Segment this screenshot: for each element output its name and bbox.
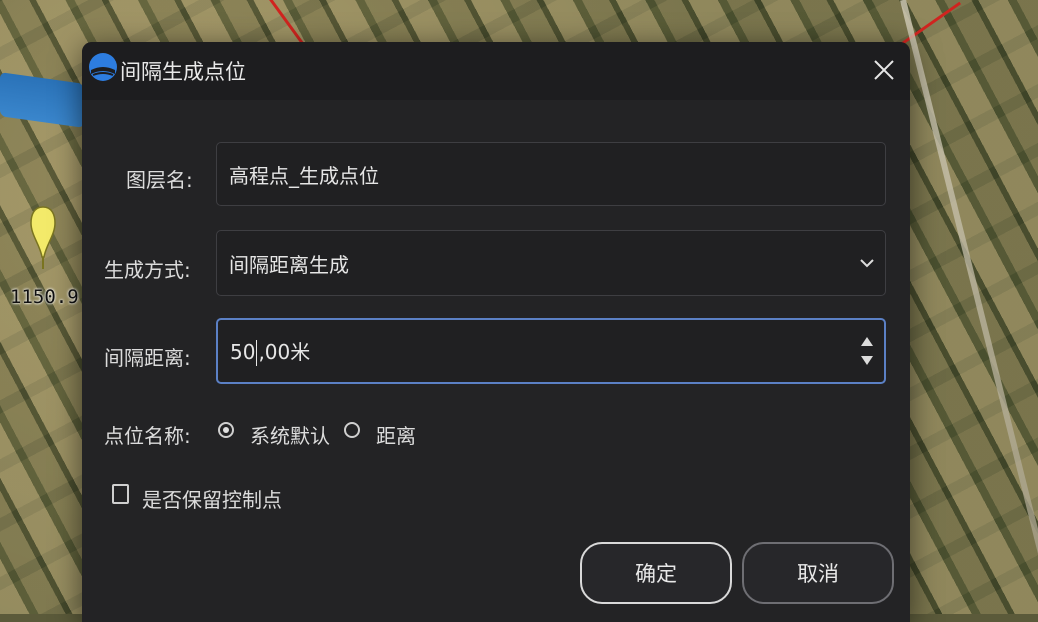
cancel-button[interactable]: 取消 <box>742 542 894 604</box>
ok-button[interactable]: 确定 <box>580 542 732 604</box>
layer-name-value: 高程点_生成点位 <box>229 163 379 188</box>
keep-control-points-label[interactable]: 是否保留控制点 <box>142 484 282 513</box>
generate-mode-value: 间隔距离生成 <box>229 252 349 277</box>
point-name-label: 点位名称: <box>104 424 191 448</box>
layer-name-label: 图层名: <box>126 168 193 192</box>
generate-mode-label: 生成方式: <box>104 258 191 282</box>
layer-name-input[interactable]: 高程点_生成点位 <box>216 142 886 206</box>
radio-distance-label[interactable]: 距离 <box>376 420 416 449</box>
radio-system-default[interactable] <box>218 422 234 438</box>
app-logo-icon <box>88 52 118 82</box>
map-marker-label: 1150.9 <box>10 286 79 308</box>
close-icon[interactable] <box>866 52 902 88</box>
chevron-down-icon <box>860 259 874 268</box>
radio-distance[interactable] <box>344 422 360 438</box>
radio-system-default-label[interactable]: 系统默认 <box>250 420 330 449</box>
dialog-titlebar[interactable]: 间隔生成点位 <box>82 42 910 100</box>
interval-distance-label: 间隔距离: <box>104 346 191 370</box>
dialog-title: 间隔生成点位 <box>120 60 246 84</box>
keep-control-points-checkbox[interactable] <box>112 484 129 504</box>
generate-mode-select[interactable]: 间隔距离生成 <box>216 230 886 296</box>
interval-distance-spinbox[interactable]: 50,00米 <box>216 318 886 384</box>
interval-distance-value: 50,00米 <box>230 336 310 367</box>
spin-arrows-icon[interactable] <box>860 334 874 368</box>
map-marker-pin-icon[interactable] <box>28 205 58 269</box>
interval-generate-points-dialog: 间隔生成点位 图层名: 高程点_生成点位 生成方式: 间隔距离生成 间隔距离: … <box>82 42 910 622</box>
